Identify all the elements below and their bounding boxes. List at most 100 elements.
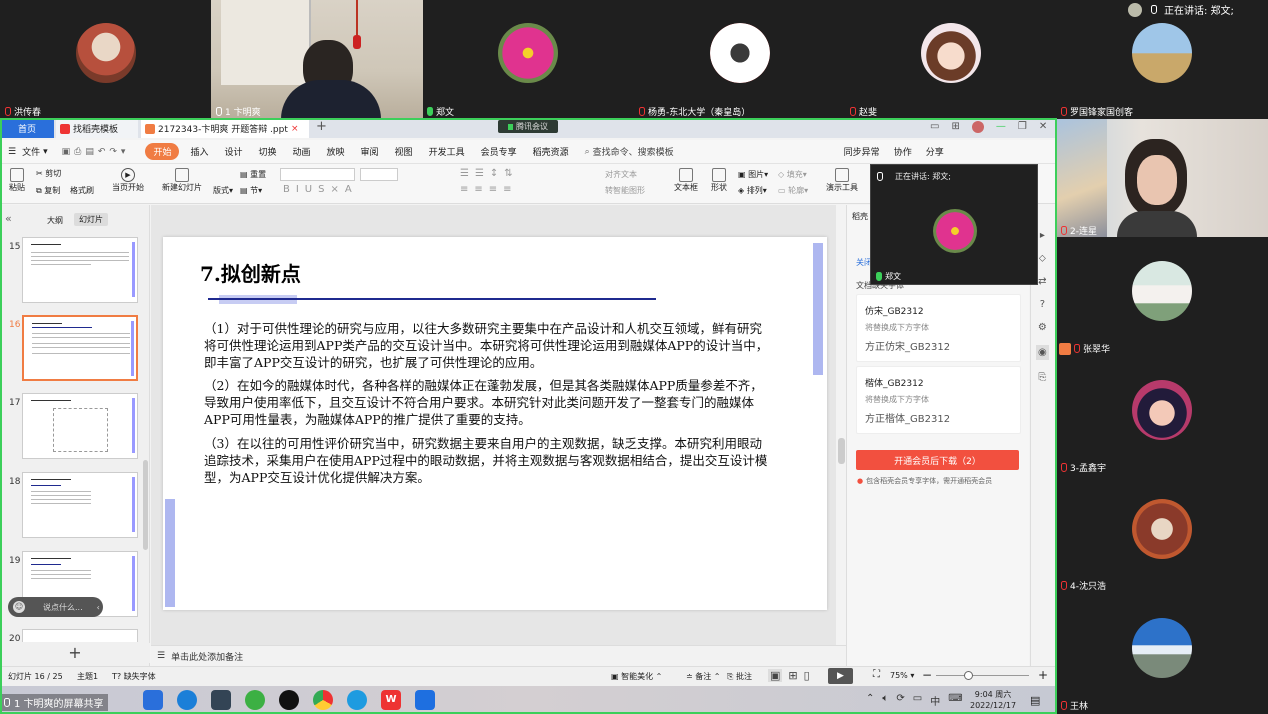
view-buttons[interactable]: ▣ ⊞ ▯ [768,669,810,682]
menu-view[interactable]: 视图 [395,145,413,158]
paragraph-3[interactable]: （3）在以往的可用性评价研究当中，研究数据主要来自用户的主观数据，缺乏支撑。本研… [204,435,772,486]
ime-indicator[interactable]: 中 [930,693,940,708]
sync-icon[interactable]: ⟳ [896,693,904,708]
textbox-button[interactable]: 文本框 [670,168,702,193]
format-painter-button[interactable]: 格式刷 [70,185,94,196]
present-tools-button[interactable]: 演示工具 [822,168,862,193]
search-command[interactable]: 查找命令、搜索模板 [593,145,674,158]
paste-button[interactable]: 粘贴 [6,168,28,193]
section-button[interactable]: ▤ 节▾ [240,185,262,196]
notes-toggle[interactable]: ≐ 备注 ⌃ [686,671,721,682]
align-text-button[interactable]: 对齐文本 [605,169,637,180]
notification-icon[interactable]: ▤ [1030,694,1040,707]
restore-icon[interactable]: ❐ [1018,121,1027,133]
font-card-fangsong[interactable]: 仿宋_GB2312 将替换成下方字体 方正仿宋_GB2312 [856,294,1021,362]
paragraph-1[interactable]: （1）对于可供性理论的研究与应用，以往大多数研究主要集中在产品设计和人机交互领域… [204,320,772,371]
sync-status[interactable]: 同步异常 [844,145,880,158]
mail-app-icon[interactable] [143,690,163,710]
user-avatar[interactable] [971,121,984,133]
paragraph-tools[interactable]: ☰☰↕⇅ [460,168,519,179]
menu-start[interactable]: 开始 [145,143,180,160]
tencent-meeting-icon[interactable] [415,690,435,710]
zoom-out-button[interactable]: − [922,668,932,682]
volume-icon[interactable]: 🔈︎ [882,693,888,708]
minimize-icon[interactable]: — [996,121,1006,133]
zoom-in-button[interactable]: + [1038,668,1048,682]
calculator-icon[interactable] [211,690,231,710]
quick-tools[interactable]: ▣⎙▤↶↷▾ [62,147,130,157]
collapse-panel-icon[interactable]: « [5,212,12,225]
wps-icon[interactable]: W [381,690,401,710]
qq-icon[interactable] [279,690,299,710]
chrome-icon[interactable] [313,690,333,710]
panel-tab-outline[interactable]: 大纲 [47,215,63,226]
comment-toggle[interactable]: ⎘ 批注 [727,671,752,682]
tab-document[interactable]: 2172343-卞明爽 开题答辩 .pptx × [141,119,309,138]
font-style-tools[interactable]: BIUS×A [283,184,358,195]
picture-button[interactable]: ▣ 图片▾ [738,169,768,180]
layout-button[interactable]: 版式▾ [213,185,233,196]
menu-icon[interactable]: ☰ [8,147,16,157]
zoom-slider-thumb[interactable] [964,671,973,680]
beautify-button[interactable]: ▣ 智能美化 ⌃ [611,671,662,682]
fill-button[interactable]: ◇ 填充▾ [778,169,807,180]
tab-home[interactable]: 首页 [0,119,54,138]
panel-tab-slides[interactable]: 幻灯片 [74,213,108,226]
share-button[interactable]: 分享 [926,145,944,158]
menu-design[interactable]: 设计 [224,145,242,158]
zoom-level[interactable]: 75% ▾ [890,671,914,680]
menu-docer[interactable]: 稻壳资源 [533,145,569,158]
play-slideshow-button[interactable]: ▶ [828,668,853,684]
close-window-icon[interactable]: ✕ [1039,121,1047,133]
zoom-slider[interactable] [936,675,1029,676]
arrange-button[interactable]: ◈ 排列▾ [738,185,767,196]
ie-app-icon[interactable] [245,690,265,710]
menu-file[interactable]: 文件 [22,145,40,158]
slide-thumbnail-16[interactable] [22,315,138,381]
k-app-icon[interactable] [177,690,197,710]
member-download-button[interactable]: 开通会员后下载（2） [856,450,1019,470]
keyboard-icon[interactable]: ⌨ [948,693,962,708]
shape-button[interactable]: 形状 [705,168,733,193]
chat-input-pill[interactable]: ☺ 说点什么... ‹ [8,597,103,617]
reset-button[interactable]: ▤ 重置 [240,169,266,180]
paragraph-2[interactable]: （2）在如今的融媒体时代，各种各样的融媒体正在蓬勃发展，但是其各类融媒体APP质… [204,377,772,428]
align-tools[interactable]: ≡≡≡≡ [460,184,518,195]
fit-icon[interactable]: ⛶ [873,669,880,680]
add-slide-button[interactable]: + [0,643,150,663]
copy-button[interactable]: ⧉ 复制 [36,185,60,196]
tab-template[interactable]: 找稻壳模板 [56,119,138,138]
menu-animation[interactable]: 动画 [293,145,311,158]
collapse-chat-icon[interactable]: ‹ [97,603,100,612]
edge-icon[interactable] [347,690,367,710]
panel-scrollbar[interactable] [143,460,148,550]
slide-thumbnail-17[interactable] [22,393,138,459]
font-name-select[interactable] [280,168,355,181]
menu-slideshow[interactable]: 放映 [327,145,345,158]
new-slide-button[interactable]: 新建幻灯片 [158,168,206,193]
new-tab-button[interactable]: + [316,119,327,134]
font-card-kaiti[interactable]: 楷体_GB2312 将替换成下方字体 方正楷体_GB2312 [856,366,1021,434]
play-button[interactable]: ▶ 当页开始 [108,168,148,193]
menu-review[interactable]: 审阅 [361,145,379,158]
close-tab-icon[interactable]: × [291,124,299,134]
outline-button[interactable]: ▭ 轮廓▾ [778,185,808,196]
grid-icon[interactable]: ⊞ [951,121,959,133]
menu-insert[interactable]: 插入 [190,145,208,158]
notes-area[interactable]: ☰ 单击此处添加备注 [151,645,846,666]
missing-font-status[interactable]: T? 缺失字体 [112,671,156,682]
slide-thumbnail-15[interactable] [22,237,138,303]
menu-transition[interactable]: 切换 [258,145,276,158]
menu-member[interactable]: 会员专享 [481,145,517,158]
font-size-select[interactable] [360,168,398,181]
slide-thumbnail-18[interactable] [22,472,138,538]
layout-icon[interactable]: ▭ [930,121,939,133]
smartart-button[interactable]: 转智能图形 [605,185,645,196]
collab-button[interactable]: 协作 [894,145,912,158]
chevron-up-icon[interactable]: ⌃ [866,693,874,708]
menu-developer[interactable]: 开发工具 [429,145,465,158]
slide-thumbnail-20[interactable] [22,629,138,642]
battery-icon[interactable]: ▭ [913,693,922,708]
canvas-scrollbar[interactable] [838,438,845,464]
cut-button[interactable]: ✂ 剪切 [36,168,61,179]
